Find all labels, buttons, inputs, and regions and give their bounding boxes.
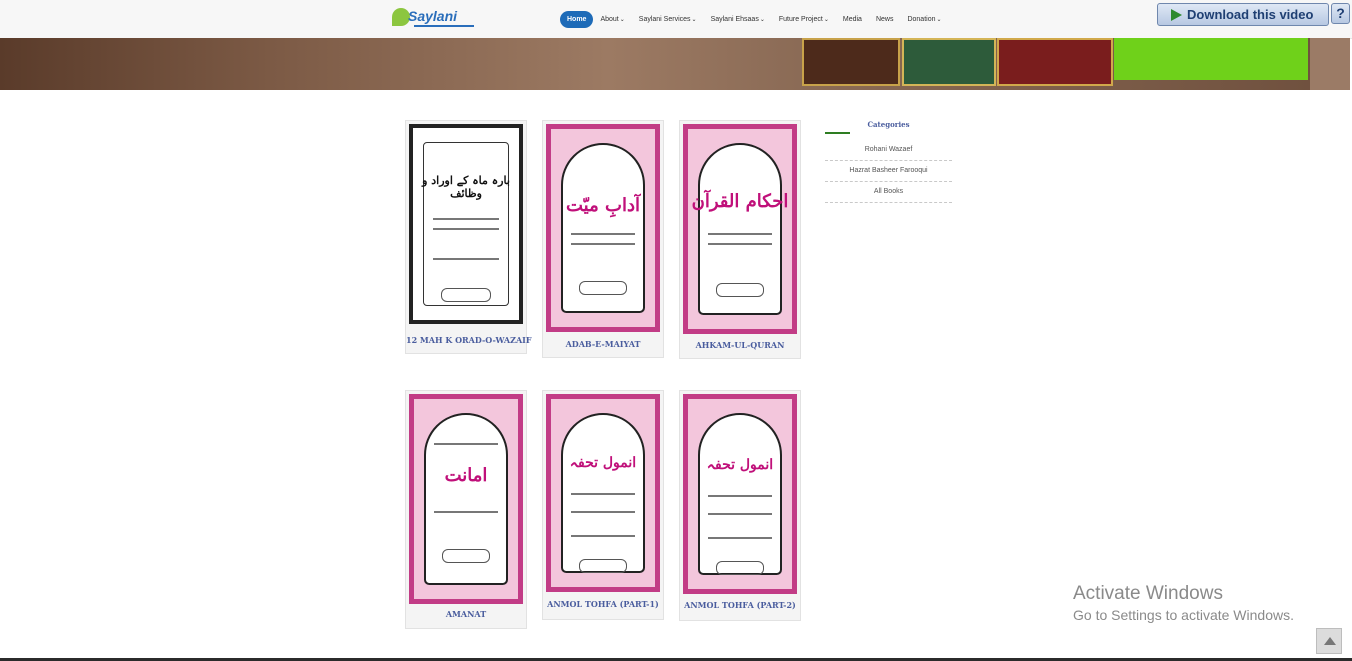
cover-line [434,443,498,445]
book-cover: احکام القرآن [683,124,797,334]
cover-title: آدابِ میّت [566,195,640,216]
book-card[interactable]: انمول تحفہ ANMOL TOHFA (PART-1) [542,390,664,620]
cover-title: انمول تحفہ [569,455,637,471]
cover-line [433,258,499,260]
chevron-down-icon: ⌄ [759,17,765,23]
book-cover: بارہ ماہ کے اوراد و وظائف [409,124,523,324]
nav-saylani-ehsaas[interactable]: Saylani Ehsaas⌄ [704,11,772,28]
help-button[interactable]: ? [1331,3,1350,24]
book-card[interactable]: امانت AMANAT [405,390,527,629]
banner-book-2 [902,38,996,86]
cover-line [433,218,499,220]
nav-future-project[interactable]: Future Project⌄ [772,11,836,28]
book-cover: امانت [409,394,523,604]
book-card[interactable]: احکام القرآن AHKAM-UL-QURAN [679,120,801,359]
chevron-down-icon: ⌄ [619,17,625,23]
cover-title: احکام القرآن [691,191,789,212]
category-hazrat-basheer-farooqui[interactable]: Hazrat Basheer Farooqui [825,161,952,182]
category-rohani-wazaef[interactable]: Rohani Wazaef [825,140,952,161]
categories-heading: Categories [867,120,910,129]
cover-line [571,535,635,537]
cover-line [434,511,498,513]
chevron-down-icon: ⌄ [823,17,829,23]
cover-line [571,493,635,495]
arrow-up-icon [1324,637,1336,645]
book-title[interactable]: ADAB-E-MAIYAT [543,339,663,349]
chevron-down-icon: ⌄ [691,17,697,23]
book-title[interactable]: ANMOL TOHFA (PART-2) [680,600,800,610]
cover-line [708,513,772,515]
banner-green-poster [1114,38,1308,80]
cover-line [571,233,635,235]
logo-text: Saylani [408,8,458,24]
book-card[interactable]: بارہ ماہ کے اوراد و وظائف 12 MAH K ORAD-… [405,120,532,354]
logo-underline [414,25,474,27]
download-video-label: Download this video [1187,7,1314,22]
cover-title: امانت [444,465,488,486]
publisher-seal [442,549,490,563]
cover-line [433,228,499,230]
book-cover: انمول تحفہ [546,394,660,592]
main-nav: Home About⌄ Saylani Services⌄ Saylani Eh… [560,11,949,28]
chevron-down-icon: ⌄ [936,17,942,23]
scroll-to-top-button[interactable] [1316,628,1342,654]
category-all-books[interactable]: All Books [825,182,952,203]
nav-about[interactable]: About⌄ [593,11,631,28]
cover-title: بارہ ماہ کے اوراد و وظائف [422,174,510,200]
nav-home[interactable]: Home [560,11,594,28]
book-cover: آدابِ میّت [546,124,660,332]
cover-line [571,511,635,513]
nav-donation[interactable]: Donation⌄ [900,11,948,28]
book-card[interactable]: انمول تحفہ ANMOL TOHFA (PART-2) [679,390,801,621]
activate-windows-title: Activate Windows [1073,583,1223,604]
book-title[interactable]: AHKAM-UL-QURAN [680,340,800,350]
cover-line [708,233,772,235]
top-navbar: Saylani Home About⌄ Saylani Services⌄ Sa… [0,0,1352,39]
publisher-seal [716,561,764,575]
publisher-seal [716,283,764,297]
nav-saylani-services[interactable]: Saylani Services⌄ [632,11,704,28]
book-title[interactable]: AMANAT [406,609,526,619]
activate-windows-subtitle: Go to Settings to activate Windows. [1073,607,1294,623]
book-title[interactable]: ANMOL TOHFA (PART-1) [543,599,663,609]
saylani-logo[interactable]: Saylani [392,6,484,32]
banner-book-1 [802,38,900,86]
play-icon [1171,9,1182,21]
publisher-seal [579,281,627,295]
cover-title: انمول تحفہ [706,457,774,473]
cover-line [571,243,635,245]
book-title[interactable]: 12 MAH K ORAD-O-WAZAIF [406,335,532,345]
hero-banner [0,38,1350,90]
cover-line [708,537,772,539]
download-video-button[interactable]: Download this video [1157,3,1329,26]
banner-edge [1310,38,1350,90]
cover-panel [698,413,782,575]
heading-accent [825,132,850,134]
publisher-seal [579,559,627,573]
book-card[interactable]: آدابِ میّت ADAB-E-MAIYAT [542,120,664,358]
cover-line [708,243,772,245]
cover-panel [423,142,509,306]
cover-line [708,495,772,497]
banner-book-3 [997,38,1113,86]
nav-media[interactable]: Media [836,11,869,28]
nav-news[interactable]: News [869,11,901,28]
publisher-seal [441,288,491,302]
book-cover: انمول تحفہ [683,394,797,594]
